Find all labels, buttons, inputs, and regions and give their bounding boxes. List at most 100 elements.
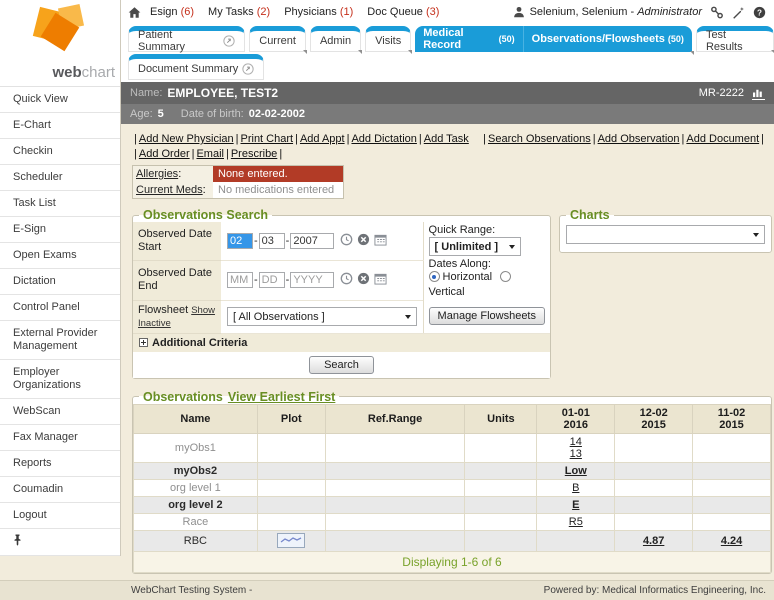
quick-range-select[interactable]: [ Unlimited ] bbox=[429, 237, 521, 256]
clock-icon[interactable] bbox=[340, 272, 353, 285]
separator: | bbox=[226, 148, 229, 160]
col-units[interactable]: Units bbox=[465, 404, 537, 433]
col-date-2[interactable]: 12-022015 bbox=[615, 404, 693, 433]
charts-select[interactable] bbox=[566, 225, 765, 244]
end-day-input[interactable] bbox=[259, 272, 285, 288]
col-ref-range[interactable]: Ref.Range bbox=[325, 404, 465, 433]
col-date-1[interactable]: 01-012016 bbox=[537, 404, 615, 433]
allergies-link[interactable]: Allergies bbox=[136, 168, 178, 180]
end-month-input[interactable] bbox=[227, 272, 253, 288]
obs-value-cell bbox=[537, 530, 615, 551]
prescribe-link[interactable]: Prescribe bbox=[231, 148, 277, 160]
search-button[interactable]: Search bbox=[309, 356, 374, 374]
tab-current[interactable]: Current bbox=[249, 26, 306, 52]
nav-my-tasks-link[interactable]: My Tasks (2) bbox=[208, 6, 270, 18]
sidebar-item-checkin[interactable]: Checkin bbox=[0, 139, 120, 165]
obs-name: RBC bbox=[134, 530, 258, 551]
start-month-input[interactable] bbox=[227, 233, 253, 249]
vertical-radio[interactable] bbox=[500, 271, 511, 282]
tab-visits[interactable]: Visits bbox=[365, 26, 411, 52]
popout-icon[interactable] bbox=[242, 63, 254, 75]
sidebar-item-scheduler[interactable]: Scheduler bbox=[0, 165, 120, 191]
manage-flowsheets-button[interactable]: Manage Flowsheets bbox=[429, 307, 545, 325]
search-observations-link[interactable]: Search Observations bbox=[488, 133, 591, 145]
tab-admin[interactable]: Admin bbox=[310, 26, 361, 52]
tab-visits-label: Visits bbox=[375, 35, 401, 47]
sidebar-item-quick-view[interactable]: Quick View bbox=[0, 87, 120, 113]
sidebar-item-logout[interactable]: Logout bbox=[0, 503, 120, 529]
obs-name: org level 2 bbox=[134, 496, 258, 513]
sidebar-item-webscan[interactable]: WebScan bbox=[0, 399, 120, 425]
obs-value-link[interactable]: E bbox=[572, 499, 579, 511]
patient-banner-row1: Name: EMPLOYEE, TEST2 MR-2222 bbox=[121, 82, 774, 104]
obs-value-link[interactable]: R5 bbox=[569, 516, 583, 528]
sidebar-item-reports[interactable]: Reports bbox=[0, 451, 120, 477]
view-earliest-first-link[interactable]: View Earliest First bbox=[228, 390, 335, 404]
patient-chart-icon[interactable] bbox=[752, 87, 765, 100]
wand-icon[interactable] bbox=[732, 6, 745, 19]
expand-plus-icon[interactable] bbox=[139, 338, 148, 347]
sidebar-item-fax-manager[interactable]: Fax Manager bbox=[0, 425, 120, 451]
home-icon[interactable] bbox=[128, 6, 141, 19]
add-order-link[interactable]: Add Order bbox=[139, 148, 190, 160]
start-day-input[interactable] bbox=[259, 233, 285, 249]
user-icon bbox=[513, 6, 525, 18]
quick-link-icon[interactable] bbox=[710, 6, 724, 19]
help-icon[interactable]: ? bbox=[753, 6, 766, 19]
additional-criteria-row[interactable]: Additional Criteria bbox=[133, 333, 550, 352]
sidebar-item-task-list[interactable]: Task List bbox=[0, 191, 120, 217]
add-observation-link[interactable]: Add Observation bbox=[598, 133, 680, 145]
tab-document-summary[interactable]: Document Summary bbox=[128, 54, 264, 80]
clock-icon[interactable] bbox=[340, 233, 353, 246]
separator: | bbox=[192, 148, 195, 160]
sidebar-item-external-provider-management[interactable]: External Provider Management bbox=[0, 321, 120, 360]
clear-date-icon[interactable] bbox=[357, 272, 370, 285]
obs-value-link[interactable]: 14 bbox=[570, 436, 582, 448]
sidebar-item-employer-organizations[interactable]: Employer Organizations bbox=[0, 360, 120, 399]
add-task-link[interactable]: Add Task bbox=[424, 133, 469, 145]
sidebar-item-open-exams[interactable]: Open Exams bbox=[0, 243, 120, 269]
obs-plot-cell bbox=[257, 479, 325, 496]
obs-value-link[interactable]: Low bbox=[565, 465, 587, 477]
tab-patient-summary[interactable]: Patient Summary bbox=[128, 26, 245, 52]
calendar-icon[interactable] bbox=[374, 272, 387, 285]
email-link[interactable]: Email bbox=[196, 148, 224, 160]
flowsheet-select[interactable]: [ All Observations ] bbox=[227, 307, 417, 326]
current-meds-link[interactable]: Current Meds bbox=[136, 184, 203, 196]
sidebar-item-dictation[interactable]: Dictation bbox=[0, 269, 120, 295]
clear-date-icon[interactable] bbox=[357, 233, 370, 246]
add-new-physician-link[interactable]: Add New Physician bbox=[139, 133, 234, 145]
obs-value-cell: 4.24 bbox=[693, 530, 771, 551]
plot-sparkline-button[interactable] bbox=[277, 533, 305, 548]
nav-doc-queue-link[interactable]: Doc Queue (3) bbox=[367, 6, 439, 18]
start-year-input[interactable] bbox=[290, 233, 334, 249]
add-document-link[interactable]: Add Document bbox=[686, 133, 759, 145]
nav-esign-link[interactable]: Esign (6) bbox=[150, 6, 194, 18]
obs-value-link[interactable]: 4.87 bbox=[643, 535, 664, 547]
add-dictation-link[interactable]: Add Dictation bbox=[351, 133, 416, 145]
tab-observations-flowsheets[interactable]: Observations/Flowsheets (50) bbox=[523, 26, 692, 52]
obs-value-link[interactable]: 4.24 bbox=[721, 535, 742, 547]
popout-icon[interactable] bbox=[223, 35, 235, 47]
obs-value-link[interactable]: 13 bbox=[570, 448, 582, 460]
print-chart-link[interactable]: Print Chart bbox=[241, 133, 294, 145]
sidebar-item-e-chart[interactable]: E-Chart bbox=[0, 113, 120, 139]
obs-plot-cell bbox=[257, 433, 325, 462]
sidebar-item-e-sign[interactable]: E-Sign bbox=[0, 217, 120, 243]
horizontal-radio[interactable] bbox=[429, 271, 440, 282]
col-date-3[interactable]: 11-022015 bbox=[693, 404, 771, 433]
calendar-icon[interactable] bbox=[374, 233, 387, 246]
tab-test-results[interactable]: Test Results bbox=[696, 26, 774, 52]
tab-medical-record[interactable]: Medical Record (50) bbox=[415, 26, 522, 52]
obs-value-link[interactable]: B bbox=[572, 482, 579, 494]
sidebar-item-coumadin[interactable]: Coumadin bbox=[0, 477, 120, 503]
col-plot[interactable]: Plot bbox=[257, 404, 325, 433]
sidebar-item-control-panel[interactable]: Control Panel bbox=[0, 295, 120, 321]
end-year-input[interactable] bbox=[290, 272, 334, 288]
col-name[interactable]: Name bbox=[134, 404, 258, 433]
nav-physicians-link[interactable]: Physicians (1) bbox=[284, 6, 353, 18]
add-appt-link[interactable]: Add Appt bbox=[300, 133, 345, 145]
webchart-logo[interactable]: webchart bbox=[0, 0, 120, 87]
obs-value-cell bbox=[615, 496, 693, 513]
sidebar-pin-toggle[interactable] bbox=[0, 529, 120, 556]
